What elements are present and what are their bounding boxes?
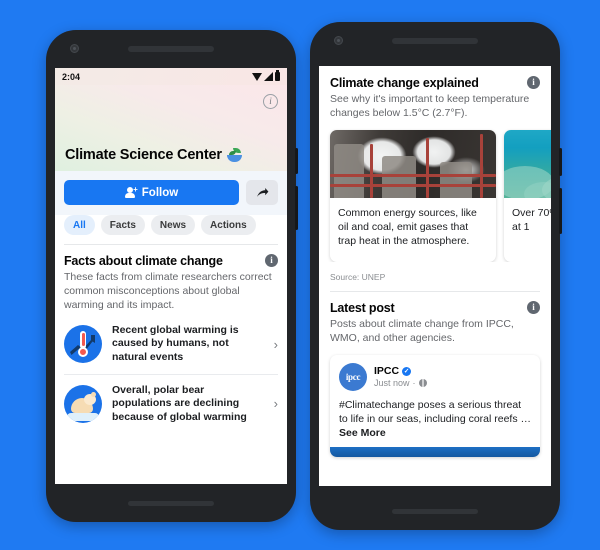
power-plant-smokestacks-photo (330, 129, 496, 198)
latest-post-info-icon[interactable]: i (527, 301, 540, 315)
facts-section-title: Facts about climate change (64, 254, 223, 268)
post-timestamp: Just now (374, 378, 410, 389)
hero-info-icon[interactable]: i (263, 94, 278, 109)
page-title-text: Climate Science Center (65, 147, 222, 163)
follow-button-label: Follow (141, 186, 179, 199)
left-phone-top-bezel (46, 30, 296, 68)
list-item[interactable]: Recent global warming is caused by human… (55, 312, 287, 374)
volume-button[interactable] (559, 188, 562, 234)
right-phone-content: Climate change explained i See why it's … (319, 66, 551, 486)
left-phone-device: 2:04 i Climate Science Center + Follow A… (46, 30, 298, 522)
right-phone-screen: Climate change explained i See why it's … (319, 66, 551, 486)
wifi-icon (252, 72, 262, 81)
right-phone-top-bezel (310, 22, 560, 60)
explainer-card-text: Common energy sources, like oil and coal… (338, 206, 477, 248)
battery-icon (275, 70, 280, 81)
facts-section-info-icon[interactable]: i (265, 254, 278, 267)
earpiece-speaker (392, 38, 478, 44)
follow-button[interactable]: + Follow (64, 180, 239, 205)
explained-section-info-icon[interactable]: i (527, 76, 540, 89)
chip-news[interactable]: News (150, 215, 196, 235)
latest-post-section: Latest post i Posts about climate change… (319, 292, 551, 346)
facts-section: Facts about climate change i These facts… (55, 245, 287, 313)
left-phone-screen: 2:04 i Climate Science Center + Follow A… (55, 68, 287, 484)
power-button[interactable] (295, 148, 298, 174)
front-camera-icon (334, 36, 343, 45)
front-camera-icon (70, 44, 79, 53)
explained-section-title: Climate change explained (330, 76, 479, 90)
latest-post-subtitle: Posts about climate change from IPCC, WM… (330, 318, 514, 345)
post-author-name: IPCC (374, 365, 400, 378)
explainer-card[interactable]: Common energy sources, like oil and coal… (330, 129, 496, 263)
share-button[interactable] (246, 180, 278, 205)
page-hero-banner: i Climate Science Center (55, 85, 287, 171)
list-item[interactable]: Overall, polar bear populations are decl… (55, 374, 287, 434)
facts-section-header: Facts about climate change i (64, 254, 278, 268)
signal-icon (264, 72, 273, 81)
chevron-right-icon: › (273, 396, 278, 412)
explained-section-header: Climate change explained i (330, 76, 540, 90)
post-body-text: #Climatechange poses a serious threat to… (339, 398, 532, 426)
earpiece-speaker (128, 46, 214, 52)
explained-section-subtitle: See why it's important to keep temperatu… (330, 93, 530, 119)
facts-section-subtitle: These facts from climate researchers cor… (64, 271, 272, 311)
volume-button[interactable] (295, 186, 298, 230)
avatar[interactable]: ipcc (339, 362, 367, 391)
polar-bear-icon (64, 384, 102, 423)
post-card[interactable]: ipcc IPCC ✓ Just now · #Climatechange po… (330, 354, 540, 458)
coral-reef-underwater-photo (504, 129, 551, 198)
source-attribution: Source: UNEP (330, 272, 386, 283)
status-icon-group (252, 70, 280, 81)
post-header: ipcc IPCC ✓ Just now · (339, 362, 531, 391)
latest-post-header: Latest post i (330, 301, 540, 315)
chevron-right-icon: › (273, 336, 278, 352)
latest-post-title: Latest post (330, 301, 395, 316)
seedling-icon (226, 148, 242, 162)
list-item-label: Overall, polar bear populations are decl… (112, 383, 247, 423)
bottom-speaker (128, 501, 214, 506)
globe-icon (418, 379, 427, 388)
right-phone-device: Climate change explained i See why it's … (310, 22, 562, 530)
post-body: #Climatechange poses a serious threat to… (339, 398, 531, 441)
chip-actions[interactable]: Actions (201, 215, 256, 235)
person-add-icon: + (124, 186, 138, 198)
explainer-card[interactable]: Over 70% providing to over die at 1 (504, 129, 551, 263)
bottom-speaker (392, 509, 478, 514)
chip-all[interactable]: All (64, 215, 95, 235)
explained-section: Climate change explained i See why it's … (319, 66, 551, 121)
screenshot-stage: 2:04 i Climate Science Center + Follow A… (0, 0, 600, 550)
see-more-link[interactable]: See More (339, 427, 386, 439)
category-chip-row: All Facts News Actions (55, 215, 287, 244)
power-button[interactable] (559, 148, 562, 176)
status-bar: 2:04 (55, 68, 287, 85)
thermometer-rising-icon (64, 325, 102, 364)
post-author[interactable]: IPCC ✓ (374, 365, 427, 377)
chip-facts[interactable]: Facts (100, 215, 145, 235)
explainer-card-carousel[interactable]: Common energy sources, like oil and coal… (319, 121, 551, 263)
verified-badge-icon: ✓ (402, 366, 412, 376)
post-meta: Just now · (374, 378, 427, 388)
list-item-label: Recent global warming is caused by human… (112, 323, 239, 363)
page-actions-row: + Follow (55, 171, 287, 215)
post-attached-photo[interactable] (330, 447, 540, 458)
meta-separator: · (412, 378, 416, 389)
post-author-block: IPCC ✓ Just now · (374, 365, 427, 388)
share-arrow-icon (256, 187, 268, 197)
page-title: Climate Science Center (65, 147, 242, 163)
explainer-card-text: Over 70% providing to over die at 1 (512, 206, 551, 233)
status-time: 2:04 (62, 71, 81, 82)
